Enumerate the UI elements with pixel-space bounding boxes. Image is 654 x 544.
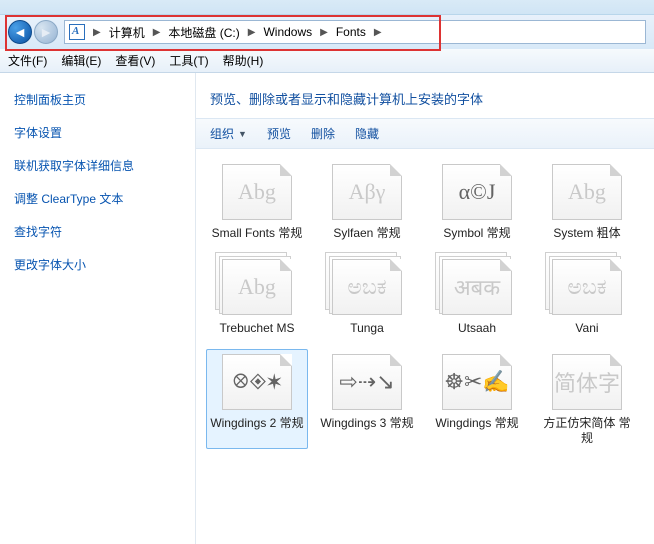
font-thumbnail: α©J bbox=[442, 164, 512, 220]
toolbar-delete-button[interactable]: 删除 bbox=[311, 125, 335, 142]
page-fold-icon bbox=[610, 164, 622, 176]
sidebar: 控制面板主页 字体设置 联机获取字体详细信息 调整 ClearType 文本 查… bbox=[0, 73, 196, 544]
toolbar-organize-label: 组织 bbox=[210, 125, 234, 142]
page-fold-icon bbox=[390, 259, 402, 271]
font-thumbnail: ꕕ◈✶ bbox=[222, 354, 292, 410]
font-grid-scroll[interactable]: Abg Small Fonts 常规 Aβγ Sylfaen 常规 α©J Symbol … bbox=[196, 149, 654, 544]
font-item[interactable]: ಅಬಕ Tunga bbox=[316, 254, 418, 339]
forward-arrow-icon: ► bbox=[39, 24, 53, 40]
menu-view[interactable]: 查看(V) bbox=[115, 52, 155, 69]
breadcrumb-segment[interactable]: 计算机 bbox=[105, 21, 149, 43]
page-fold-icon bbox=[610, 259, 622, 271]
font-label: Wingdings 2 常规 bbox=[210, 416, 303, 431]
font-thumbnail: ಅಬಕ bbox=[332, 259, 402, 315]
font-grid: Abg Small Fonts 常规 Aβγ Sylfaen 常规 α©J Symbol … bbox=[206, 159, 648, 449]
dropdown-caret-icon: ▼ bbox=[238, 129, 247, 139]
page-fold-icon bbox=[390, 354, 402, 366]
menu-tools[interactable]: 工具(T) bbox=[169, 52, 208, 69]
main-panel: 预览、删除或者显示和隐藏计算机上安装的字体 组织 ▼ 预览 删除 隐藏 Abg S… bbox=[196, 73, 654, 544]
sidebar-link-find-char[interactable]: 查找字符 bbox=[14, 223, 195, 240]
font-thumbnail: ⇨⇢↘ bbox=[332, 354, 402, 410]
page-fold-icon bbox=[280, 259, 292, 271]
font-item[interactable]: Abg Trebuchet MS bbox=[206, 254, 308, 339]
toolbar-organize-button[interactable]: 组织 ▼ bbox=[210, 125, 247, 142]
breadcrumb-segment[interactable]: Fonts bbox=[332, 21, 370, 43]
breadcrumb-sep-icon[interactable]: ▶ bbox=[244, 27, 260, 38]
font-thumbnail: Abg bbox=[552, 164, 622, 220]
page-fold-icon bbox=[500, 164, 512, 176]
font-label: Small Fonts 常规 bbox=[212, 226, 303, 241]
page-fold-icon bbox=[610, 354, 622, 366]
toolbar: 组织 ▼ 预览 删除 隐藏 bbox=[196, 118, 654, 149]
window-chrome-fragment bbox=[0, 0, 654, 15]
breadcrumb-segment[interactable]: Windows bbox=[259, 21, 316, 43]
menu-file[interactable]: 文件(F) bbox=[8, 52, 47, 69]
font-item[interactable]: ⇨⇢↘ Wingdings 3 常规 bbox=[316, 349, 418, 449]
forward-button[interactable]: ► bbox=[34, 20, 58, 44]
font-label: Utsaah bbox=[458, 321, 496, 336]
font-item[interactable]: α©J Symbol 常规 bbox=[426, 159, 528, 244]
fonts-folder-icon bbox=[69, 24, 85, 40]
breadcrumb-bar[interactable]: ▶ 计算机▶本地磁盘 (C:)▶Windows▶Fonts▶ bbox=[64, 20, 646, 44]
sidebar-link-cleartype[interactable]: 调整 ClearType 文本 bbox=[14, 190, 195, 207]
font-thumbnail: 简体字 bbox=[552, 354, 622, 410]
toolbar-preview-button[interactable]: 预览 bbox=[267, 125, 291, 142]
back-button[interactable]: ◄ bbox=[8, 20, 32, 44]
font-item[interactable]: अबक Utsaah bbox=[426, 254, 528, 339]
font-thumbnail: ಅಬಕ bbox=[552, 259, 622, 315]
menu-edit[interactable]: 编辑(E) bbox=[61, 52, 101, 69]
back-arrow-icon: ◄ bbox=[13, 24, 27, 40]
breadcrumb-sep-icon[interactable]: ▶ bbox=[370, 27, 386, 38]
font-item[interactable]: ಅಬಕ Vani bbox=[536, 254, 638, 339]
font-item[interactable]: Abg System 粗体 bbox=[536, 159, 638, 244]
page-fold-icon bbox=[280, 164, 292, 176]
font-item[interactable]: 简体字方正仿宋简体 常规 bbox=[536, 349, 638, 449]
menu-bar: 文件(F) 编辑(E) 查看(V) 工具(T) 帮助(H) bbox=[0, 49, 654, 73]
page-fold-icon bbox=[500, 259, 512, 271]
breadcrumb-sep-icon[interactable]: ▶ bbox=[149, 27, 165, 38]
breadcrumb-sep-icon[interactable]: ▶ bbox=[316, 27, 332, 38]
font-label: Wingdings 常规 bbox=[435, 416, 518, 431]
font-thumbnail: Aβγ bbox=[332, 164, 402, 220]
font-thumbnail: Abg bbox=[222, 164, 292, 220]
font-label: Sylfaen 常规 bbox=[333, 226, 400, 241]
font-label: Tunga bbox=[350, 321, 384, 336]
font-item[interactable]: Aβγ Sylfaen 常规 bbox=[316, 159, 418, 244]
font-label: Trebuchet MS bbox=[220, 321, 295, 336]
font-label: System 粗体 bbox=[553, 226, 620, 241]
font-label: Symbol 常规 bbox=[443, 226, 510, 241]
page-fold-icon bbox=[390, 164, 402, 176]
font-thumbnail: ☸✂✍ bbox=[442, 354, 512, 410]
font-item[interactable]: Abg Small Fonts 常规 bbox=[206, 159, 308, 244]
breadcrumb-segment[interactable]: 本地磁盘 (C:) bbox=[164, 21, 243, 43]
page-fold-icon bbox=[500, 354, 512, 366]
font-thumbnail: अबक bbox=[442, 259, 512, 315]
sidebar-link-online-font-info[interactable]: 联机获取字体详细信息 bbox=[14, 157, 195, 174]
menu-help[interactable]: 帮助(H) bbox=[223, 52, 264, 69]
breadcrumb-sep-icon[interactable]: ▶ bbox=[89, 27, 105, 38]
font-item[interactable]: ☸✂✍ Wingdings 常规 bbox=[426, 349, 528, 449]
sidebar-link-change-size[interactable]: 更改字体大小 bbox=[14, 256, 195, 273]
sidebar-link-control-panel-home[interactable]: 控制面板主页 bbox=[14, 91, 195, 108]
sidebar-link-font-settings[interactable]: 字体设置 bbox=[14, 124, 195, 141]
toolbar-hide-button[interactable]: 隐藏 bbox=[355, 125, 379, 142]
nav-buttons: ◄ ► bbox=[8, 20, 58, 44]
page-fold-icon bbox=[280, 354, 292, 366]
font-label: Wingdings 3 常规 bbox=[320, 416, 413, 431]
font-item[interactable]: ꕕ◈✶ Wingdings 2 常规 bbox=[206, 349, 308, 449]
font-thumbnail: Abg bbox=[222, 259, 292, 315]
font-label: 方正仿宋简体 常规 bbox=[539, 416, 635, 446]
address-bar-row: ◄ ► ▶ 计算机▶本地磁盘 (C:)▶Windows▶Fonts▶ bbox=[0, 15, 654, 49]
page-title: 预览、删除或者显示和隐藏计算机上安装的字体 bbox=[196, 73, 654, 118]
font-label: Vani bbox=[575, 321, 598, 336]
